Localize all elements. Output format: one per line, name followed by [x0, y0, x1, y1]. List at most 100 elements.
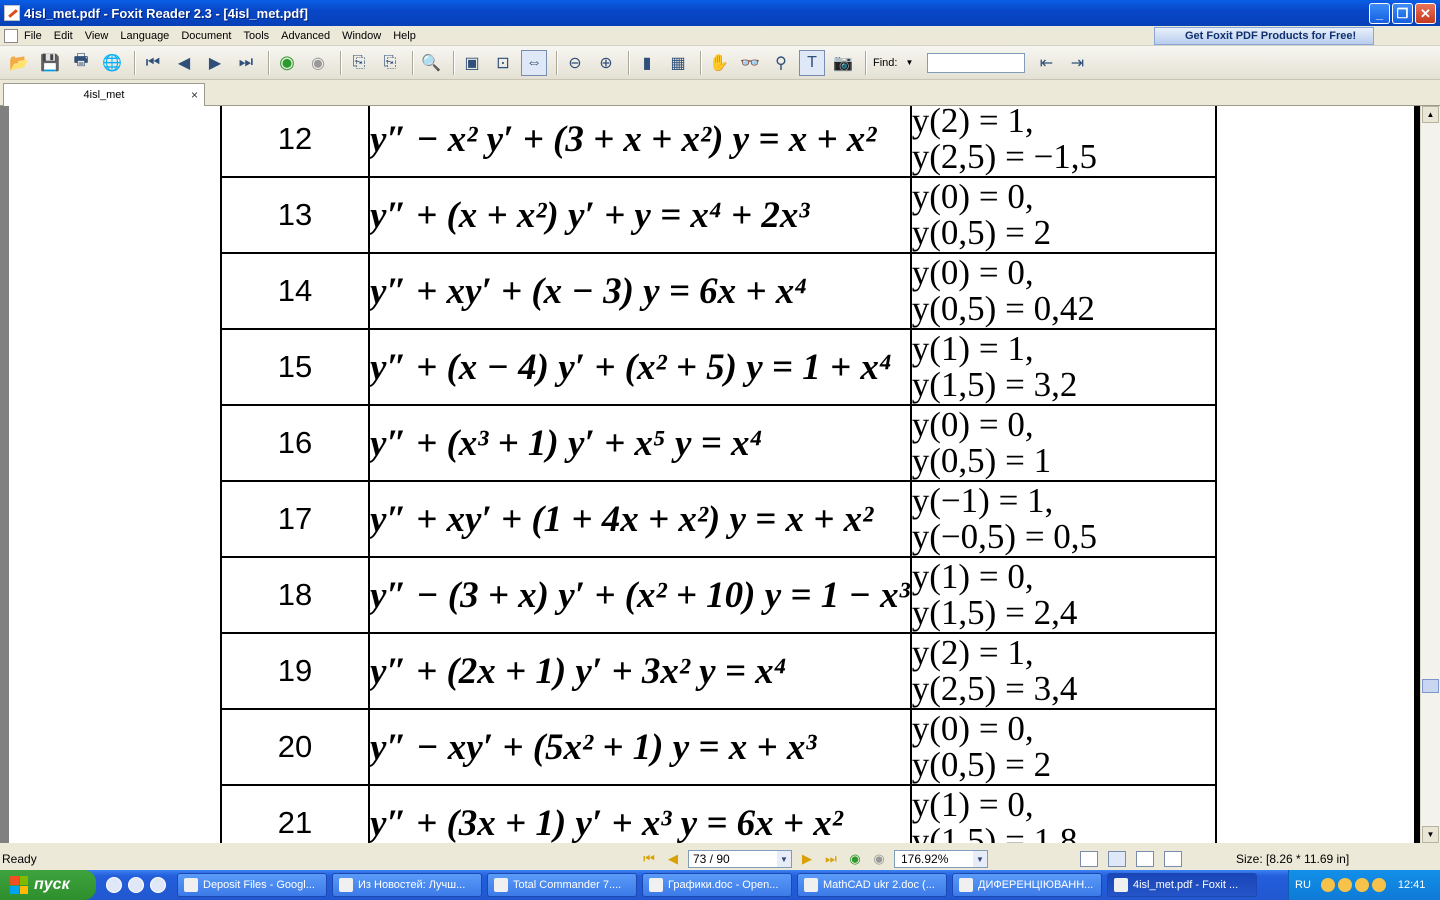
document-view[interactable]: 12 y″ − x² y′ + (3 + x + x²) y = x + x² y(… — [0, 106, 1420, 843]
print-icon[interactable]: 🖶 — [68, 50, 94, 76]
condition-1: y(2) = 1, — [911, 106, 1034, 140]
status-next-page-icon[interactable]: ▶ — [798, 851, 816, 867]
taskbar-item[interactable]: Total Commander 7.... — [487, 873, 637, 897]
zoom-in-circle-icon[interactable]: ⊕ — [593, 50, 619, 76]
hand-tool-icon[interactable]: ✋ — [706, 50, 732, 76]
maximize-button[interactable]: ❐ — [1392, 3, 1413, 24]
row-number: 19 — [220, 632, 370, 710]
save-icon[interactable]: 💾 — [37, 50, 63, 76]
tab-close-icon[interactable]: × — [191, 88, 198, 102]
fit-width-icon[interactable]: ⇔ — [521, 49, 547, 76]
page-dropdown-icon[interactable]: ▼ — [777, 851, 791, 867]
zoom-in-icon[interactable]: 🔍 — [418, 50, 444, 76]
tray-icon[interactable] — [1354, 878, 1369, 892]
menu-window[interactable]: Window — [336, 30, 387, 42]
open-folder-icon[interactable]: 📂 — [6, 50, 32, 76]
status-forward-icon[interactable]: ◉ — [870, 851, 888, 867]
status-first-page-icon[interactable]: ⏮ — [640, 851, 658, 867]
tab-document[interactable]: 4isl_met × — [3, 83, 205, 106]
menu-edit[interactable]: Edit — [48, 30, 79, 42]
tray-icon[interactable] — [1337, 878, 1352, 892]
zoom-out-circle-icon[interactable]: ⊖ — [562, 50, 588, 76]
continuous-facing-icon[interactable] — [1164, 851, 1182, 867]
prev-page-icon[interactable]: ◀ — [171, 50, 197, 76]
start-button[interactable]: пуск — [0, 870, 96, 900]
scroll-down-icon[interactable]: ▼ — [1422, 826, 1439, 843]
taskbar-item-label: Deposit Files - Googl... — [203, 879, 315, 891]
status-last-page-icon[interactable]: ⏭ — [822, 851, 840, 867]
status-back-icon[interactable]: ◉ — [846, 851, 864, 867]
app-icon — [4, 5, 20, 21]
condition-2: y(0,5) = 2 — [911, 213, 1052, 252]
text-select-icon[interactable]: T — [799, 49, 825, 76]
camera-icon[interactable]: 📷 — [830, 50, 856, 76]
taskbar-item[interactable]: ДИФЕРЕНЦІЮВАНН... — [952, 873, 1102, 897]
zoom-field[interactable]: 176.92% ▼ — [894, 850, 988, 868]
taskbar-item[interactable]: Графики.doc - Open... — [642, 873, 792, 897]
single-page-icon[interactable] — [1080, 851, 1098, 867]
menu-document[interactable]: Document — [175, 30, 237, 42]
table-row: 13 y″ + (x + x²) y′ + y = x⁴ + 2x³ y(0) = … — [220, 176, 1217, 254]
bookmark-icon[interactable]: ▮ — [634, 50, 660, 76]
tray-icon[interactable] — [1320, 878, 1335, 892]
boundary-conditions: y(0) = 0, y(0,5) = 1 — [909, 404, 1217, 482]
find-dropdown-icon[interactable]: ▼ — [905, 58, 913, 67]
menu-help[interactable]: Help — [387, 30, 422, 42]
status-prev-page-icon[interactable]: ◀ — [664, 851, 682, 867]
find-prev-icon[interactable]: ⇤ — [1033, 50, 1059, 76]
menu-file[interactable]: File — [18, 30, 48, 42]
page-number: 73 / 90 — [693, 852, 730, 866]
ie-icon[interactable] — [150, 877, 166, 893]
back-icon[interactable]: ◉ — [274, 50, 300, 76]
menu-view[interactable]: View — [79, 30, 115, 42]
taskbar-item-label: 4isl_met.pdf - Foxit ... — [1133, 879, 1239, 891]
boundary-conditions: y(−1) = 1, y(−0,5) = 0,5 — [909, 480, 1217, 558]
taskbar-item[interactable]: Из Новостей: Лучш... — [332, 873, 482, 897]
rotate-right-icon[interactable]: ⎘ — [377, 50, 403, 76]
separator — [268, 50, 270, 75]
last-page-icon[interactable]: ⏭ — [233, 50, 259, 76]
window-title: 4isl_met.pdf - Foxit Reader 2.3 - [4isl_… — [24, 5, 308, 21]
facing-icon[interactable] — [1136, 851, 1154, 867]
equation: y″ + (3x + 1) y′ + x³ y = 6x + x² — [368, 784, 912, 843]
find-input[interactable] — [927, 52, 1026, 73]
equation: y″ + xy′ + (1 + 4x + x²) y = x + x² — [368, 480, 912, 558]
menu-tools[interactable]: Tools — [237, 30, 275, 42]
menu-language[interactable]: Language — [114, 30, 175, 42]
globe-icon[interactable]: 🌐 — [99, 50, 125, 76]
glasses-icon[interactable]: 👓 — [737, 50, 763, 76]
condition-1: y(0) = 0, — [911, 709, 1034, 748]
minimize-button[interactable]: _ — [1369, 3, 1390, 24]
document-icon[interactable] — [4, 28, 18, 43]
actual-size-icon[interactable]: ▣ — [459, 50, 485, 76]
equation: y″ + (x³ + 1) y′ + x⁵ y = x⁴ — [368, 404, 912, 482]
find-next-icon[interactable]: ⇥ — [1064, 50, 1090, 76]
screenshot-icon[interactable]: ▦ — [665, 50, 691, 76]
condition-2: y(1,5) = 3,2 — [911, 365, 1078, 404]
app-quick-icon[interactable] — [128, 877, 144, 893]
vertical-scrollbar[interactable]: ▲ ▼ — [1420, 106, 1440, 843]
next-page-icon[interactable]: ▶ — [202, 50, 228, 76]
close-button[interactable]: ✕ — [1415, 3, 1436, 24]
promo-banner[interactable]: Get Foxit PDF Products for Free! — [1154, 27, 1374, 45]
zoom-dropdown-icon[interactable]: ▼ — [973, 851, 987, 867]
taskbar-item[interactable]: MathCAD ukr 2.doc (... — [797, 873, 947, 897]
language-indicator[interactable]: RU — [1295, 879, 1311, 891]
equation: y″ + xy′ + (x − 3) y = 6x + x⁴ — [368, 252, 912, 330]
fit-page-icon[interactable]: ⊡ — [490, 50, 516, 76]
first-page-icon[interactable]: ⏮ — [140, 50, 166, 76]
rotate-left-icon[interactable]: ⎘ — [346, 50, 372, 76]
page-number-field[interactable]: 73 / 90 ▼ — [688, 850, 792, 868]
scroll-up-icon[interactable]: ▲ — [1422, 106, 1439, 123]
taskbar-item-active[interactable]: 4isl_met.pdf - Foxit ... — [1107, 873, 1257, 897]
scroll-thumb[interactable] — [1422, 679, 1439, 693]
menu-advanced[interactable]: Advanced — [275, 30, 336, 42]
condition-1: y(0) = 0, — [911, 405, 1034, 444]
taskbar-item[interactable]: Deposit Files - Googl... — [177, 873, 327, 897]
binoculars-icon[interactable]: ⚲ — [768, 50, 794, 76]
chrome-icon[interactable] — [106, 877, 122, 893]
continuous-icon[interactable] — [1108, 851, 1126, 867]
condition-1: y(2) = 1, — [911, 633, 1034, 672]
tray-icon[interactable] — [1371, 878, 1386, 892]
forward-icon[interactable]: ◉ — [305, 50, 331, 76]
